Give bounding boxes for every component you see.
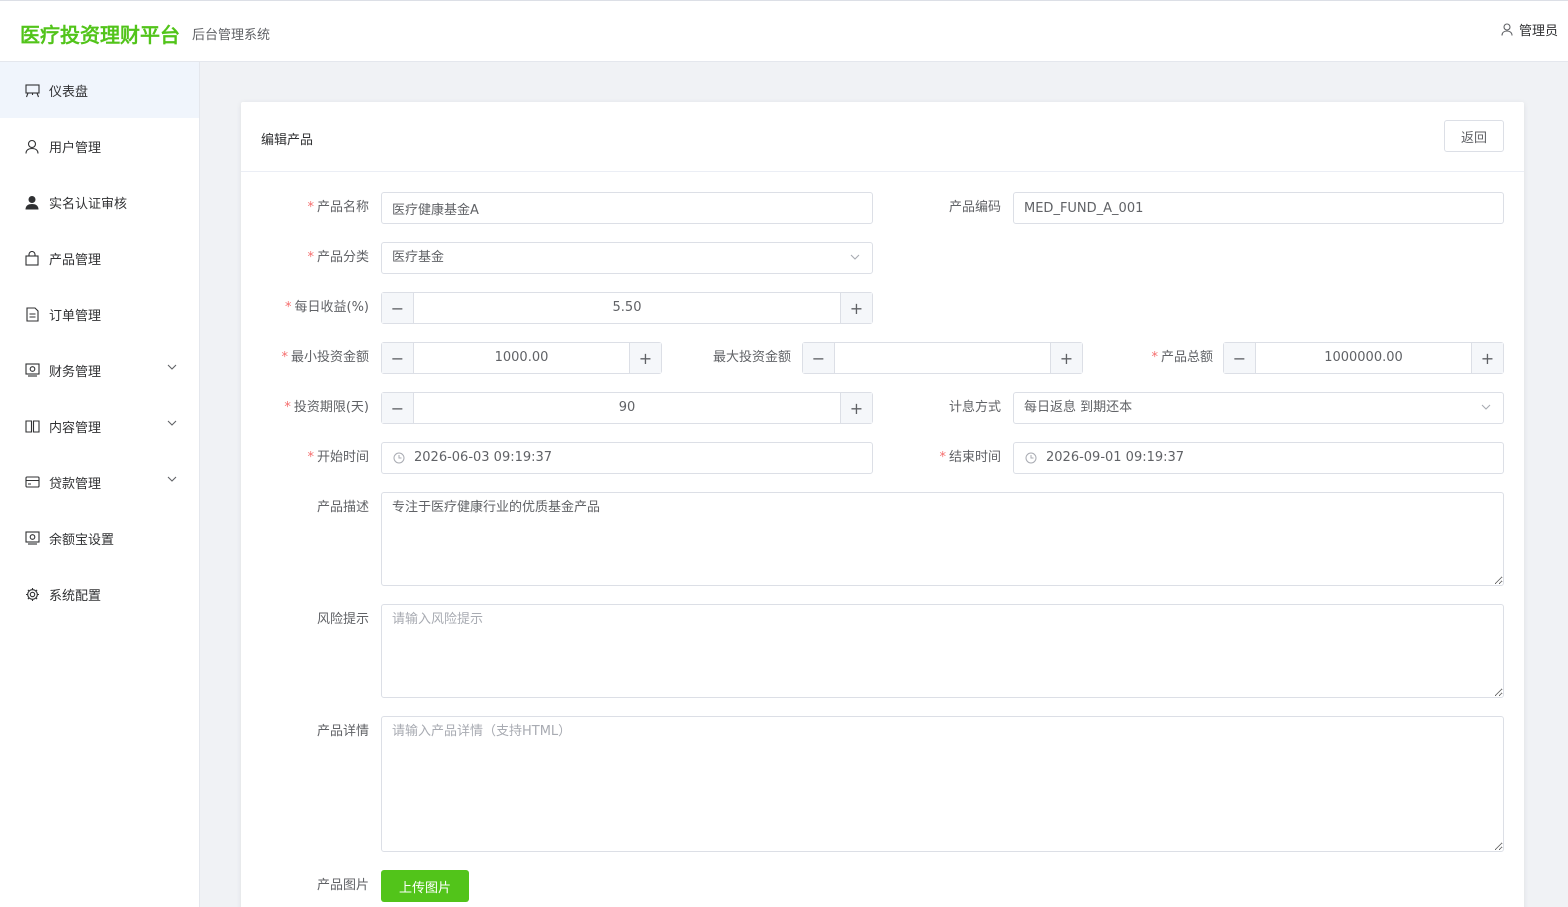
- max-amount-stepper: − +: [802, 342, 1083, 374]
- total-amount-label: * 产品总额: [1151, 350, 1213, 365]
- risk-textarea[interactable]: [381, 604, 1504, 698]
- interest-method-select[interactable]: 每日返息 到期还本: [1013, 392, 1504, 424]
- sidebar: 仪表盘 用户管理 实名认证审核 产品管理 订单管理 财务管理 内容管理 贷款管理…: [0, 62, 200, 907]
- bag-icon: [24, 250, 40, 266]
- brand-title: 医疗投资理财平台: [20, 23, 180, 47]
- end-time-label: * 结束时间: [939, 450, 1001, 465]
- sidebar-item-loans[interactable]: 贷款管理: [0, 454, 199, 510]
- description-textarea[interactable]: 专注于医疗健康行业的优质基金产品: [381, 492, 1504, 586]
- wallet-icon: [24, 362, 40, 378]
- total-amount-value[interactable]: 1000000.00: [1256, 343, 1471, 373]
- user-name: 管理员: [1518, 24, 1558, 39]
- sidebar-item-orders[interactable]: 订单管理: [0, 286, 199, 342]
- dashboard-icon: [24, 82, 40, 98]
- wallet-icon: [24, 530, 40, 546]
- edit-product-card: 编辑产品 返回 *产品名称 产品编码 *产品分类 医疗基金 *每日收益(%) −…: [241, 102, 1524, 907]
- sidebar-item-label: 用户管理: [49, 140, 102, 156]
- sidebar-item-label: 实名认证审核: [49, 196, 128, 212]
- end-time-value: 2026-09-01 09:19:37: [1046, 450, 1185, 465]
- end-time-picker[interactable]: 2026-09-01 09:19:37: [1013, 442, 1504, 474]
- book-icon: [24, 418, 40, 434]
- product-name-label: * 产品名称: [307, 200, 369, 215]
- increment-button[interactable]: +: [1471, 343, 1503, 373]
- clock-icon: [1025, 452, 1037, 464]
- decrement-button[interactable]: −: [382, 293, 414, 323]
- decrement-button[interactable]: −: [1224, 343, 1256, 373]
- chevron-down-icon: [167, 364, 177, 370]
- chevron-down-icon: [167, 476, 177, 482]
- clock-icon: [393, 452, 405, 464]
- min-amount-stepper: − 1000.00 +: [381, 342, 662, 374]
- sidebar-item-label: 系统配置: [49, 588, 102, 604]
- daily-rate-stepper: − 5.50 +: [381, 292, 873, 324]
- select-value: 每日返息 到期还本: [1024, 400, 1133, 415]
- sidebar-item-products[interactable]: 产品管理: [0, 230, 199, 286]
- max-amount-label: 最大投资金额: [712, 350, 791, 365]
- sidebar-item-users[interactable]: 用户管理: [0, 118, 199, 174]
- decrement-button[interactable]: −: [803, 343, 835, 373]
- sidebar-item-label: 余额宝设置: [49, 532, 115, 548]
- decrement-button[interactable]: −: [382, 393, 414, 423]
- sidebar-item-content[interactable]: 内容管理: [0, 398, 199, 454]
- sidebar-item-label: 内容管理: [49, 420, 102, 436]
- min-amount-value[interactable]: 1000.00: [414, 343, 629, 373]
- gear-icon: [24, 586, 40, 602]
- sidebar-item-balance-settings[interactable]: 余额宝设置: [0, 510, 199, 566]
- chevron-down-icon: [850, 254, 860, 260]
- card-icon: [24, 474, 40, 490]
- product-category-label: * 产品分类: [307, 250, 369, 265]
- top-header: 医疗投资理财平台 后台管理系统 管理员: [0, 0, 1568, 62]
- period-stepper: − 90 +: [381, 392, 873, 424]
- daily-rate-value[interactable]: 5.50: [414, 293, 840, 323]
- start-time-picker[interactable]: 2026-06-03 09:19:37: [381, 442, 873, 474]
- product-code-label: 产品编码: [948, 200, 1001, 215]
- description-label: 产品描述: [316, 500, 369, 515]
- back-button[interactable]: 返回: [1444, 120, 1504, 152]
- sidebar-item-label: 仪表盘: [49, 84, 89, 100]
- start-time-label: * 开始时间: [307, 450, 369, 465]
- sidebar-item-label: 贷款管理: [49, 476, 102, 492]
- increment-button[interactable]: +: [629, 343, 661, 373]
- document-icon: [24, 306, 40, 322]
- min-amount-label: * 最小投资金额: [281, 350, 369, 365]
- period-label: * 投资期限(天): [284, 400, 369, 415]
- decrement-button[interactable]: −: [382, 343, 414, 373]
- card-title: 编辑产品: [261, 133, 314, 148]
- interest-method-label: 计息方式: [948, 400, 1001, 415]
- increment-button[interactable]: +: [840, 293, 872, 323]
- user-menu[interactable]: 管理员: [1501, 20, 1558, 39]
- daily-rate-label: * 每日收益(%): [285, 300, 369, 315]
- card-header: 编辑产品 返回: [241, 102, 1524, 172]
- period-value[interactable]: 90: [414, 393, 840, 423]
- select-value: 医疗基金: [392, 250, 445, 265]
- total-amount-stepper: − 1000000.00 +: [1223, 342, 1504, 374]
- product-category-select[interactable]: 医疗基金: [381, 242, 873, 274]
- sidebar-item-dashboard[interactable]: 仪表盘: [0, 62, 199, 118]
- increment-button[interactable]: +: [1050, 343, 1082, 373]
- user-filled-icon: [24, 194, 40, 210]
- increment-button[interactable]: +: [840, 393, 872, 423]
- detail-label: 产品详情: [316, 724, 369, 739]
- chevron-down-icon: [1481, 404, 1491, 410]
- detail-textarea[interactable]: [381, 716, 1504, 852]
- user-icon: [1501, 23, 1513, 36]
- max-amount-value[interactable]: [835, 343, 1050, 373]
- chevron-down-icon: [167, 420, 177, 426]
- brand-subtitle: 后台管理系统: [192, 28, 271, 43]
- sidebar-item-verification[interactable]: 实名认证审核: [0, 174, 199, 230]
- sidebar-item-label: 财务管理: [49, 364, 102, 380]
- start-time-value: 2026-06-03 09:19:37: [414, 450, 553, 465]
- sidebar-item-system-config[interactable]: 系统配置: [0, 566, 199, 622]
- sidebar-item-label: 订单管理: [49, 308, 102, 324]
- product-code-input[interactable]: [1013, 192, 1504, 224]
- user-icon: [24, 138, 40, 154]
- sidebar-item-label: 产品管理: [49, 252, 102, 268]
- upload-image-button[interactable]: 上传图片: [381, 870, 469, 902]
- sidebar-item-finance[interactable]: 财务管理: [0, 342, 199, 398]
- risk-label: 风险提示: [316, 612, 369, 627]
- product-name-input[interactable]: [381, 192, 873, 224]
- image-label: 产品图片: [316, 878, 369, 893]
